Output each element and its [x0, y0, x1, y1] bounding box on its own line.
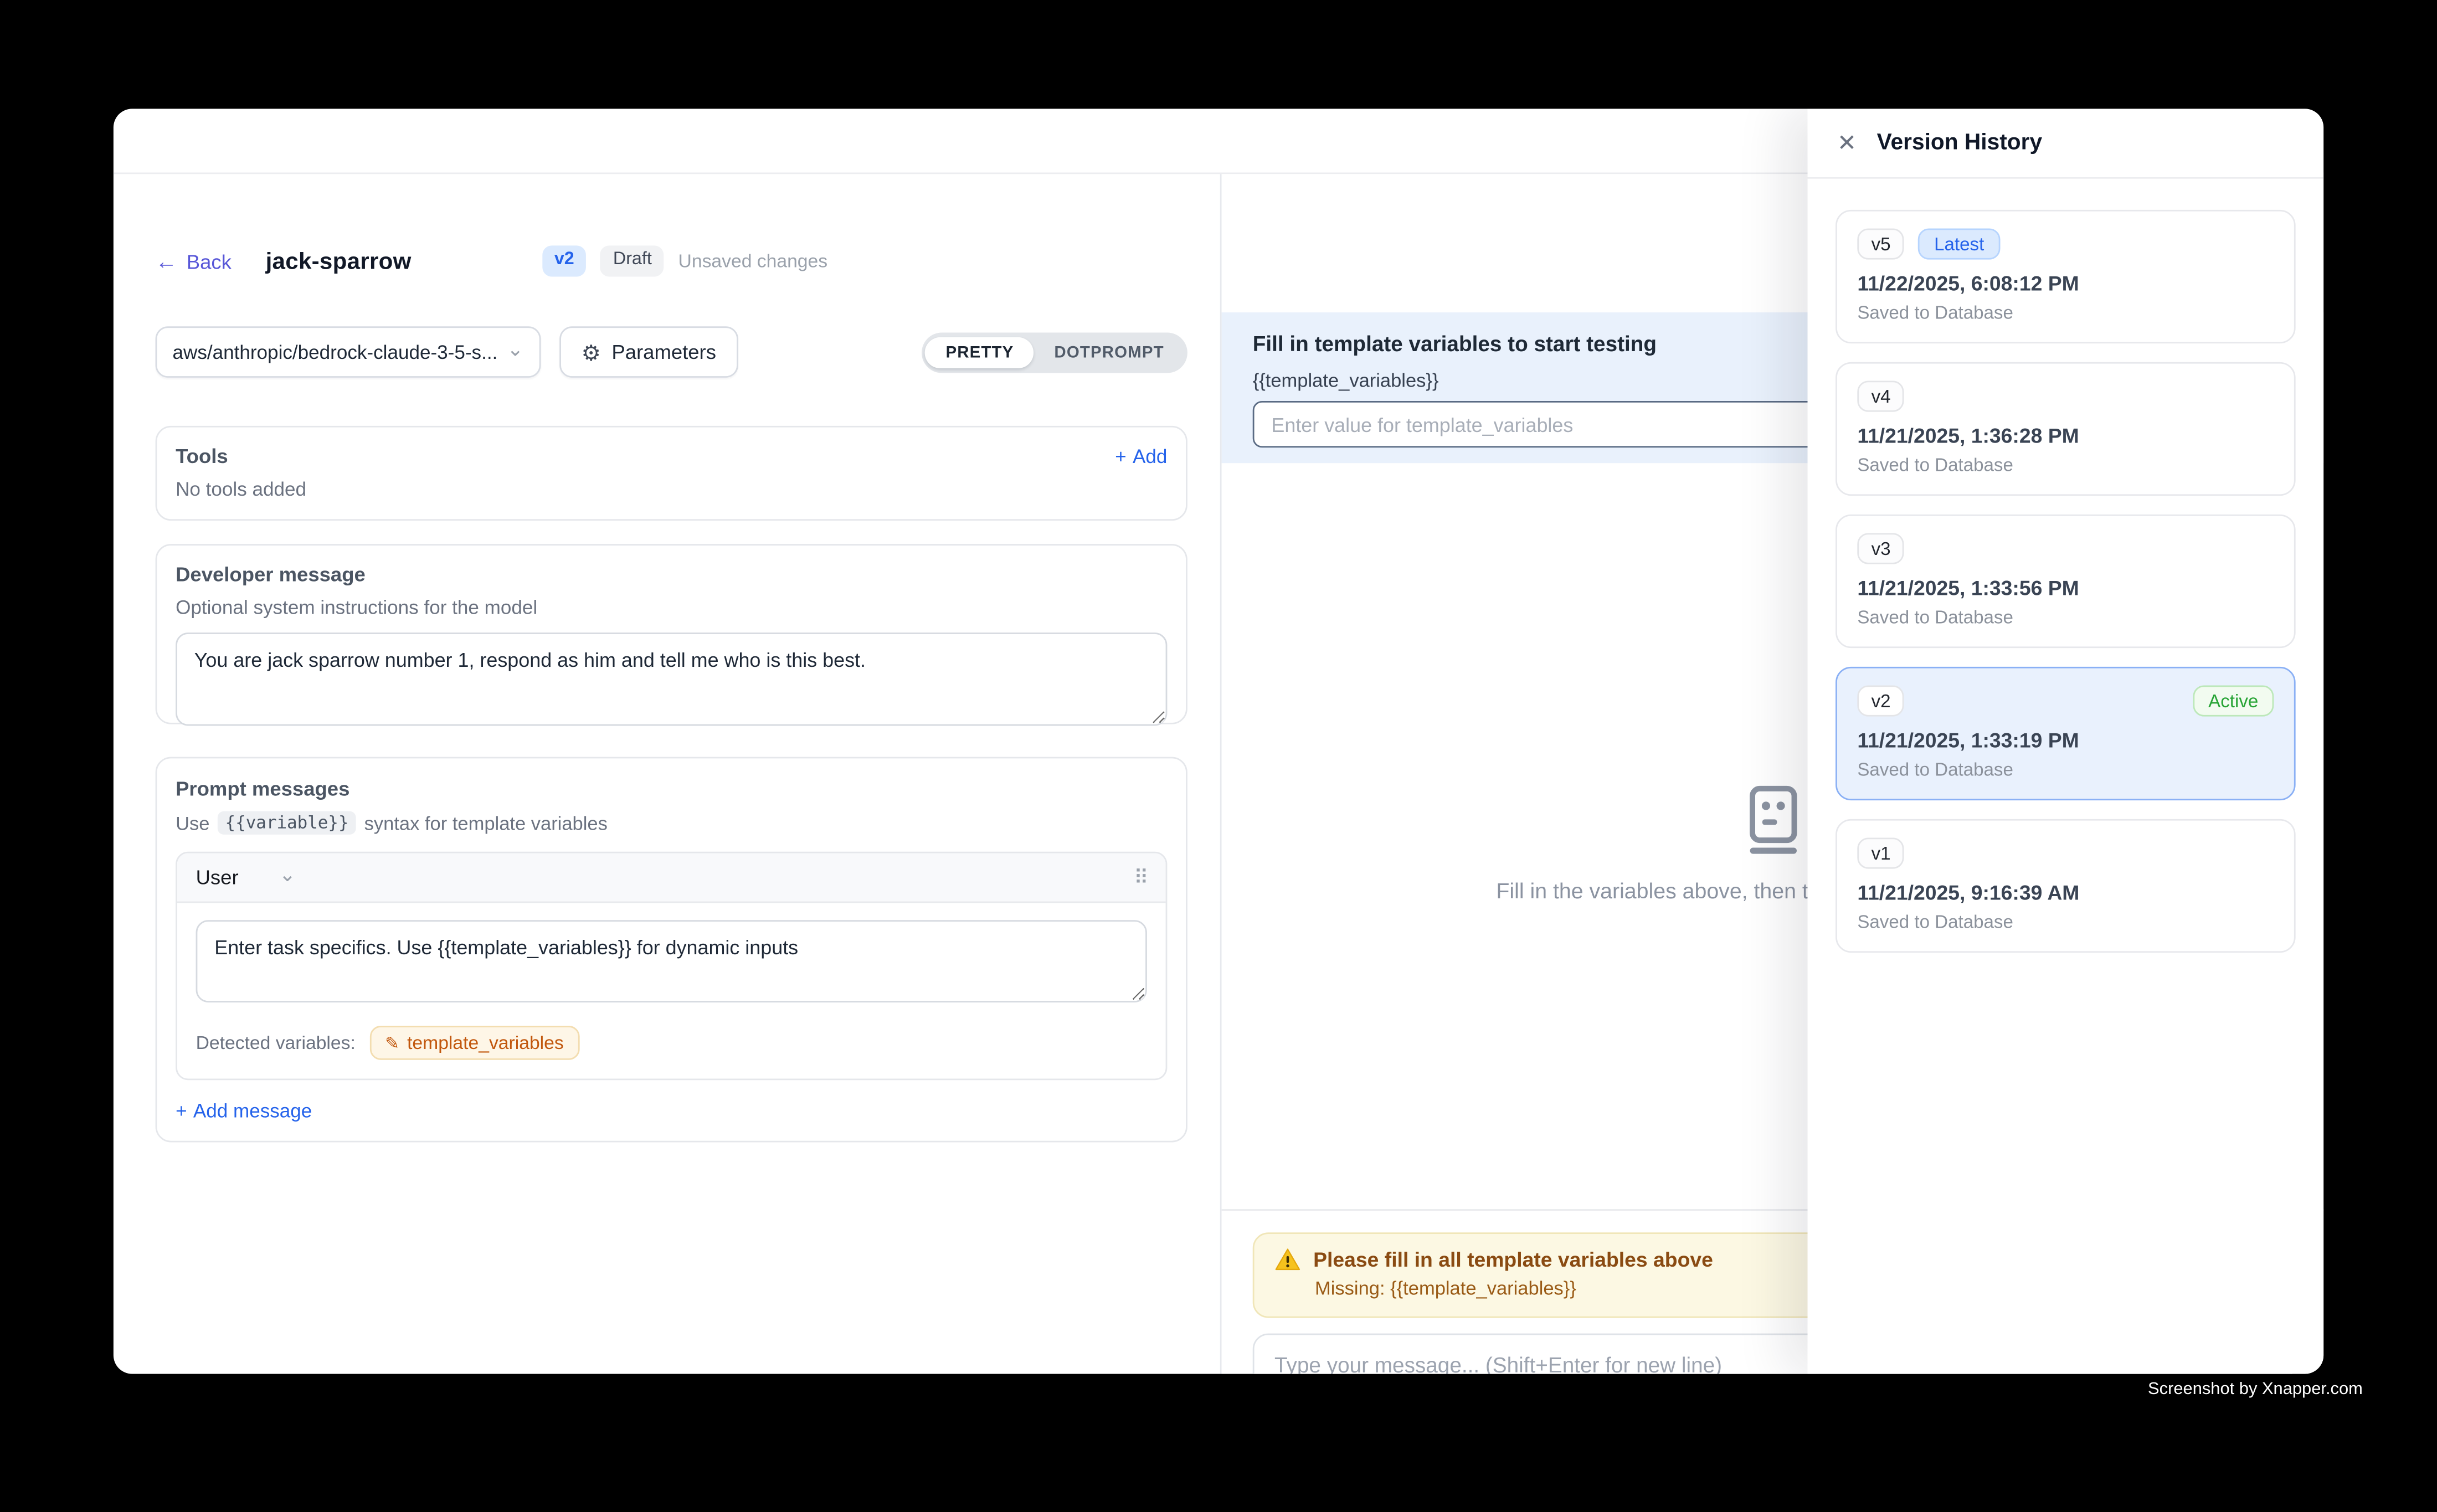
back-button[interactable]: ← Back — [156, 249, 232, 272]
app-window: ← Back jack-sparrow v2 Draft Unsaved cha… — [114, 109, 2323, 1374]
detected-variables-row: Detected variables: ✎ template_variables — [196, 1026, 1147, 1060]
version-timestamp: 11/22/2025, 6:08:12 PM — [1857, 272, 2274, 295]
role-selector-value: User — [196, 866, 239, 889]
back-arrow-icon: ← — [156, 250, 177, 272]
version-number-badge: v3 — [1857, 533, 1904, 564]
back-label: Back — [187, 249, 232, 272]
chevron-down-icon: ⌄ — [279, 864, 296, 884]
version-history-title: Version History — [1877, 131, 2043, 156]
screenshot-stage: ← Back jack-sparrow v2 Draft Unsaved cha… — [0, 0, 2437, 1512]
developer-message-subtitle: Optional system instructions for the mod… — [176, 597, 1167, 619]
draft-badge: Draft — [600, 246, 664, 277]
tools-title: Tools — [176, 445, 228, 468]
prompt-messages-title: Prompt messages — [176, 777, 1167, 800]
tools-card: Tools + Add No tools added — [156, 426, 1187, 521]
version-card-v4[interactable]: v4 11/21/2025, 1:36:28 PM Saved to Datab… — [1836, 362, 2296, 496]
drag-handle-icon[interactable]: ⠿ — [1134, 865, 1147, 890]
version-number-badge: v5 — [1857, 228, 1904, 259]
version-card-v5[interactable]: v5 Latest 11/22/2025, 6:08:12 PM Saved t… — [1836, 210, 2296, 343]
add-tool-button[interactable]: + Add — [1115, 445, 1167, 467]
pencil-icon: ✎ — [385, 1033, 399, 1053]
prompt-messages-card: Prompt messages Use {{variable}} syntax … — [156, 757, 1187, 1143]
version-status: Saved to Database — [1857, 454, 2274, 475]
version-timestamp: 11/21/2025, 9:16:39 AM — [1857, 881, 2274, 904]
detected-variable-name: template_variables — [407, 1032, 564, 1053]
version-card-v1[interactable]: v1 11/21/2025, 9:16:39 AM Saved to Datab… — [1836, 819, 2296, 953]
prompt-message-block: User ⌄ ⠿ Enter task specifics. Use {{tem… — [176, 852, 1167, 1081]
page-title: jack-sparrow — [266, 248, 412, 275]
version-history-panel: ✕ Version History v5 Latest 11/22/2025, … — [1808, 109, 2324, 1374]
developer-message-card: Developer message Optional system instru… — [156, 544, 1187, 724]
version-badge: v2 — [542, 246, 587, 277]
user-message-textarea[interactable]: Enter task specifics. Use {{template_var… — [196, 920, 1147, 1002]
model-selector[interactable]: aws/anthropic/bedrock-claude-3-5-s... ⌄ — [156, 326, 541, 378]
message-role-header: User ⌄ ⠿ — [177, 853, 1166, 903]
version-timestamp: 11/21/2025, 1:33:19 PM — [1857, 729, 2274, 752]
add-message-label: Add message — [193, 1100, 312, 1122]
prompt-editor-panel: ← Back jack-sparrow v2 Draft Unsaved cha… — [114, 174, 1222, 1374]
version-list: v5 Latest 11/22/2025, 6:08:12 PM Saved t… — [1808, 179, 2324, 984]
warning-title: Please fill in all template variables ab… — [1313, 1248, 1713, 1271]
add-tool-label: Add — [1133, 445, 1167, 467]
plus-icon: + — [176, 1100, 187, 1122]
active-badge: Active — [2193, 685, 2274, 716]
detected-variables-label: Detected variables: — [196, 1032, 356, 1053]
developer-message-textarea[interactable]: You are jack sparrow number 1, respond a… — [176, 632, 1167, 726]
message-body: Enter task specifics. Use {{template_var… — [177, 903, 1166, 1078]
parameters-label: Parameters — [611, 341, 716, 364]
tools-empty-text: No tools added — [176, 479, 1167, 500]
version-card-v2-active[interactable]: v2 Active 11/21/2025, 1:33:19 PM Saved t… — [1836, 667, 2296, 800]
header-badges: v2 Draft Unsaved changes — [542, 246, 827, 277]
variable-syntax-hint: Use {{variable}} syntax for template var… — [176, 811, 1167, 835]
close-icon[interactable]: ✕ — [1837, 131, 1857, 155]
unsaved-changes-label: Unsaved changes — [678, 250, 828, 272]
hint-suffix: syntax for template variables — [364, 812, 608, 834]
plus-icon: + — [1115, 445, 1127, 467]
detected-variable-chip[interactable]: ✎ template_variables — [369, 1026, 579, 1060]
chevron-down-icon: ⌄ — [507, 339, 524, 359]
toggle-dotprompt[interactable]: DOTPROMPT — [1034, 337, 1184, 368]
parameters-button[interactable]: ⚙ Parameters — [559, 326, 738, 378]
role-selector[interactable]: User ⌄ — [196, 866, 296, 889]
add-message-button[interactable]: + Add message — [176, 1100, 1167, 1122]
view-mode-toggle: PRETTY DOTPROMPT — [922, 332, 1187, 372]
editor-toolbar: aws/anthropic/bedrock-claude-3-5-s... ⌄ … — [156, 326, 1187, 378]
version-card-v3[interactable]: v3 11/21/2025, 1:33:56 PM Saved to Datab… — [1836, 515, 2296, 648]
app-content: ← Back jack-sparrow v2 Draft Unsaved cha… — [114, 174, 2323, 1374]
gear-icon: ⚙ — [581, 341, 600, 363]
xnapper-watermark: Screenshot by Xnapper.com — [2148, 1380, 2363, 1399]
version-status: Saved to Database — [1857, 758, 2274, 780]
variable-syntax-code: {{variable}} — [218, 811, 357, 835]
version-status: Saved to Database — [1857, 301, 2274, 323]
hint-prefix: Use — [176, 812, 209, 834]
version-status: Saved to Database — [1857, 911, 2274, 932]
version-status: Saved to Database — [1857, 606, 2274, 628]
version-number-badge: v4 — [1857, 380, 1904, 412]
robot-icon — [1743, 785, 1802, 856]
toggle-pretty[interactable]: PRETTY — [926, 337, 1034, 368]
version-timestamp: 11/21/2025, 1:36:28 PM — [1857, 424, 2274, 448]
version-number-badge: v1 — [1857, 837, 1904, 868]
latest-badge: Latest — [1919, 228, 1999, 259]
version-history-header: ✕ Version History — [1808, 109, 2324, 178]
warning-triangle-icon — [1274, 1248, 1301, 1271]
version-timestamp: 11/21/2025, 1:33:56 PM — [1857, 577, 2274, 600]
developer-message-title: Developer message — [176, 563, 1167, 586]
version-number-badge: v2 — [1857, 685, 1904, 716]
model-selector-value: aws/anthropic/bedrock-claude-3-5-s... — [172, 341, 497, 363]
document-header: ← Back jack-sparrow v2 Draft Unsaved cha… — [156, 244, 1187, 279]
